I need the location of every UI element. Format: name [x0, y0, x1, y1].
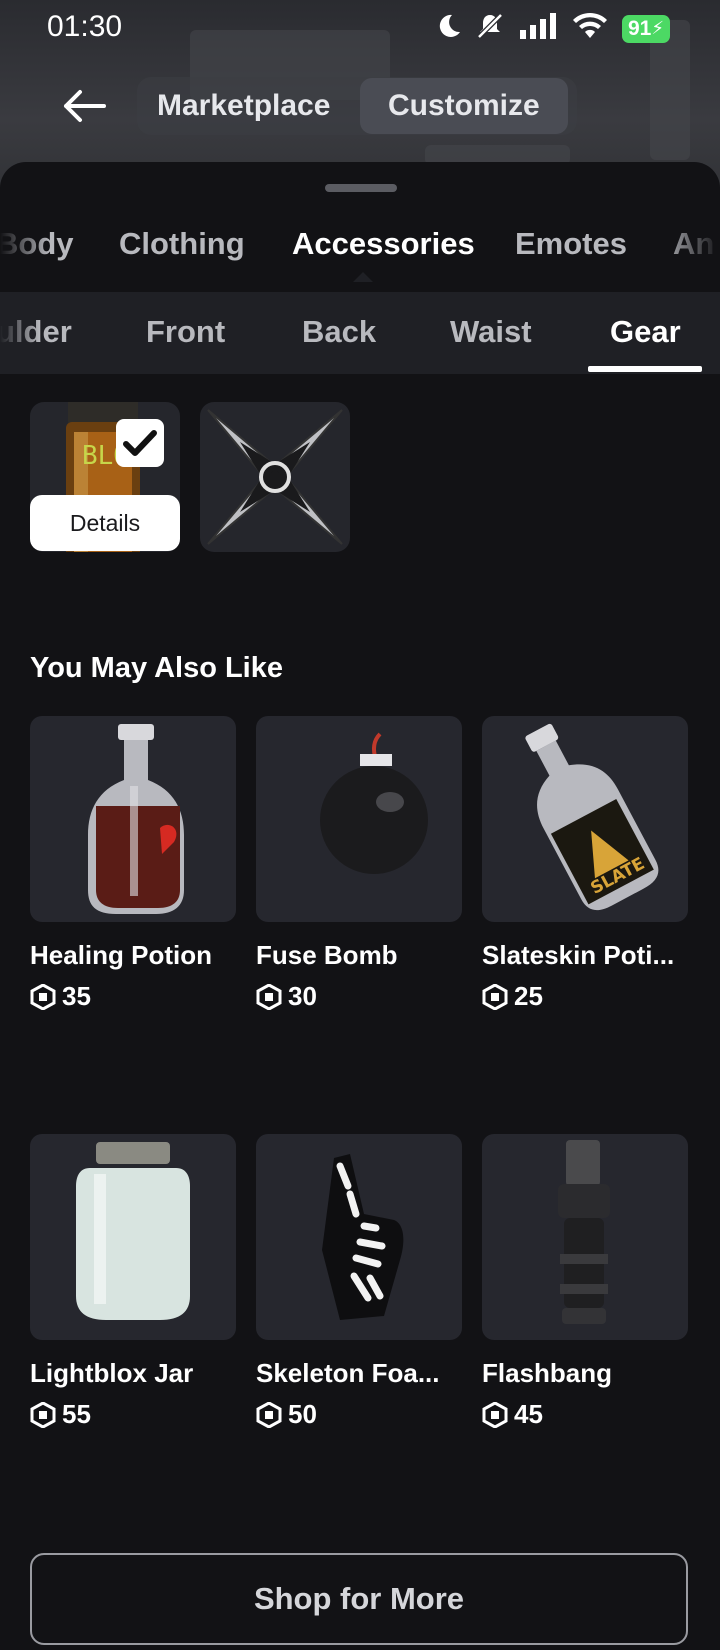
- item-card[interactable]: Lightblox Jar 55: [30, 1134, 236, 1430]
- scroll-fade-left: [0, 212, 50, 282]
- equipped-check: [116, 419, 164, 467]
- item-thumbnail: SLATE: [482, 716, 688, 922]
- item-price: 50: [256, 1399, 462, 1430]
- item-thumbnail: [30, 1134, 236, 1340]
- battery-charging-icon: 91 ⚡: [622, 14, 670, 43]
- flashbang-icon: [558, 1140, 610, 1324]
- item-card[interactable]: Fuse Bomb 30: [256, 716, 462, 1012]
- wifi-icon: [572, 12, 608, 45]
- customize-sheet: Body Clothing Accessories Emotes An ulde…: [0, 162, 720, 1650]
- checkmark-icon: [123, 430, 157, 456]
- status-bar: 01:30 91 ⚡: [0, 0, 720, 56]
- moon-icon: [434, 12, 462, 45]
- robux-icon: [482, 1401, 508, 1428]
- item-price: 35: [30, 981, 236, 1012]
- item-thumbnail: [482, 1134, 688, 1340]
- item-card[interactable]: Healing Potion 35: [30, 716, 236, 1012]
- robux-icon: [482, 983, 508, 1010]
- subcategory-tabs: ulder Front Back Waist Gear: [0, 292, 720, 374]
- signal-icon: [518, 12, 558, 45]
- gear-tab-underline: [588, 366, 702, 372]
- slateskin-potion-icon: SLATE: [525, 723, 659, 911]
- item-price-value: 55: [62, 1399, 91, 1429]
- item-price-value: 45: [514, 1399, 543, 1429]
- item-name: Fuse Bomb: [256, 940, 398, 970]
- fuse-bomb-icon: [320, 732, 428, 874]
- sheet-drag-handle[interactable]: [325, 184, 397, 192]
- item-price-value: 30: [288, 981, 317, 1011]
- shuriken-icon: [207, 409, 343, 545]
- tab-front[interactable]: Front: [146, 314, 225, 350]
- tab-emotes[interactable]: Emotes: [515, 226, 627, 262]
- item-price-value: 35: [62, 981, 91, 1011]
- item-price: 25: [482, 981, 688, 1012]
- category-indicator: [353, 272, 373, 282]
- robux-icon: [256, 983, 282, 1010]
- item-thumbnail: [256, 1134, 462, 1340]
- lightblox-jar-icon: [76, 1142, 190, 1320]
- owned-item-shuriken[interactable]: [200, 402, 350, 552]
- robux-icon: [30, 1401, 56, 1428]
- item-thumbnail: [256, 716, 462, 922]
- scroll-fade-right: [660, 212, 720, 282]
- item-price: 55: [30, 1399, 236, 1430]
- section-title: You May Also Like: [30, 652, 283, 684]
- bell-muted-icon: [476, 12, 504, 45]
- item-name: Skeleton Foa...: [256, 1358, 440, 1388]
- item-card[interactable]: Flashbang 45: [482, 1134, 688, 1430]
- category-tabs: Body Clothing Accessories Emotes An: [0, 212, 720, 282]
- item-price-value: 50: [288, 1399, 317, 1429]
- item-thumbnail: [30, 716, 236, 922]
- item-card[interactable]: SLATE Slateskin Poti... 25: [482, 716, 688, 1012]
- tab-waist[interactable]: Waist: [450, 314, 532, 350]
- tab-clothing[interactable]: Clothing: [119, 226, 245, 262]
- robux-icon: [30, 983, 56, 1010]
- item-price-value: 25: [514, 981, 543, 1011]
- healing-potion-icon: [88, 724, 184, 914]
- header-segmented-control: Marketplace Customize: [137, 77, 577, 135]
- tab-back[interactable]: Back: [302, 314, 376, 350]
- item-name: Healing Potion: [30, 940, 212, 970]
- tab-accessories[interactable]: Accessories: [292, 226, 475, 262]
- robux-icon: [256, 1401, 282, 1428]
- item-price: 45: [482, 1399, 688, 1430]
- item-card[interactable]: Skeleton Foa... 50: [256, 1134, 462, 1430]
- tab-gear[interactable]: Gear: [610, 314, 681, 350]
- arrow-left-icon: [64, 90, 106, 122]
- back-button[interactable]: [60, 86, 108, 126]
- status-time: 01:30: [47, 10, 123, 43]
- skeleton-foam-finger-icon: [322, 1154, 404, 1320]
- details-button[interactable]: Details: [30, 495, 180, 551]
- item-name: Flashbang: [482, 1358, 613, 1388]
- shop-for-more-button[interactable]: Shop for More: [30, 1553, 688, 1645]
- item-price: 30: [256, 981, 462, 1012]
- tab-customize[interactable]: Customize: [360, 78, 568, 134]
- item-name: Lightblox Jar: [30, 1358, 194, 1388]
- item-name: Slateskin Poti...: [482, 940, 675, 970]
- tab-marketplace[interactable]: Marketplace: [157, 77, 330, 135]
